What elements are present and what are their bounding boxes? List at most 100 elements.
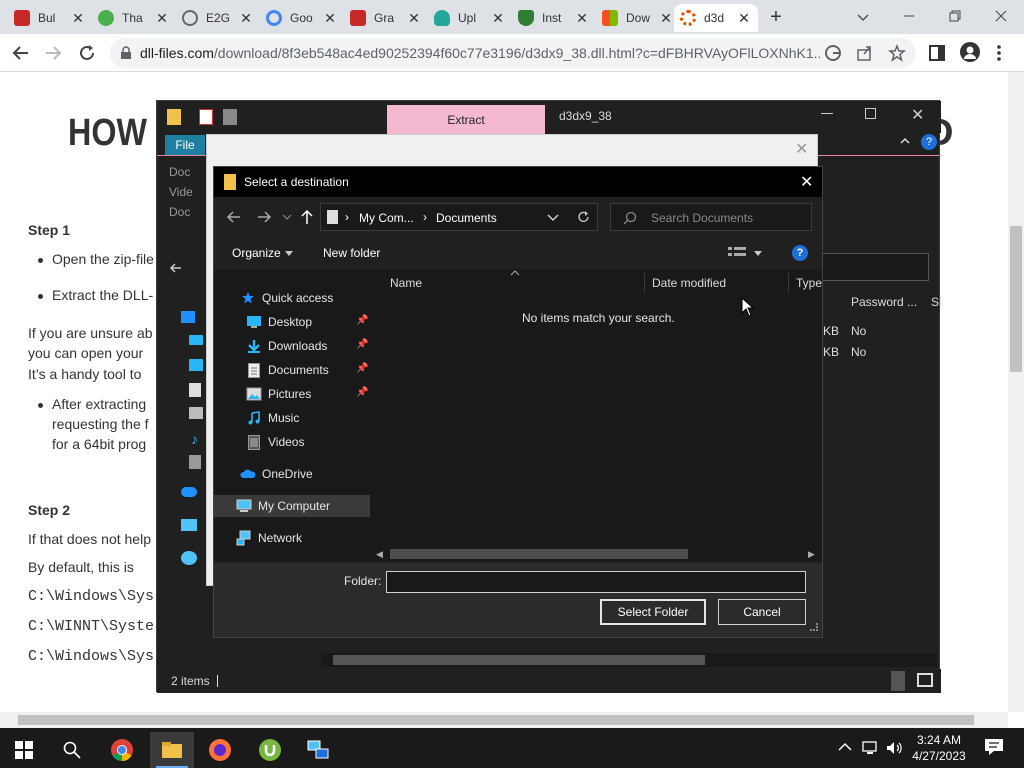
restore-button[interactable] (932, 0, 978, 32)
network-manager-icon[interactable] (298, 732, 338, 768)
minimize-icon[interactable] (821, 113, 833, 114)
url-text[interactable]: dll-files.com/download/8f3eb548ac4ed9025… (140, 45, 820, 61)
scroll-thumb[interactable] (1010, 226, 1022, 372)
share-icon[interactable] (856, 44, 874, 62)
recent-locations-chevron-icon[interactable] (282, 213, 292, 221)
close-window-button[interactable] (978, 0, 1024, 32)
column-name[interactable]: Name (390, 276, 422, 290)
scroll-thumb[interactable] (390, 549, 688, 559)
view-dropdown-icon[interactable] (754, 251, 762, 256)
bookmark-star-icon[interactable] (888, 44, 906, 62)
pin-icon[interactable]: 📌 (356, 363, 368, 374)
nav-quick-access[interactable]: Quick access (240, 287, 333, 309)
close-icon[interactable]: ✕ (911, 105, 924, 125)
properties-icon[interactable] (199, 109, 213, 125)
column-divider[interactable] (788, 273, 789, 293)
scroll-right-icon[interactable]: ▶ (808, 549, 815, 560)
explorer-search-box[interactable] (817, 253, 929, 281)
profile-avatar-icon[interactable] (960, 42, 980, 62)
breadcrumb-item[interactable]: My Com... (359, 211, 414, 225)
search-input[interactable]: Search Documents (610, 203, 812, 231)
browser-tab[interactable]: Tha ✕ (92, 4, 176, 32)
new-tab-button[interactable]: + (764, 6, 788, 30)
nav-documents[interactable]: Documents 📌 (246, 359, 372, 381)
column-type[interactable]: Type (796, 276, 822, 290)
explorer-hscroll[interactable] (321, 653, 937, 667)
reload-icon[interactable] (76, 42, 98, 64)
page-vertical-scrollbar[interactable] (1008, 72, 1024, 712)
close-tab-icon[interactable]: ✕ (154, 10, 170, 27)
column-date-modified[interactable]: Date modified (652, 276, 726, 290)
close-icon[interactable]: ✕ (800, 172, 813, 192)
system-clock[interactable]: 3:24 AM 4/27/2023 (908, 732, 970, 764)
search-icon[interactable] (52, 732, 92, 768)
utorrent-icon[interactable] (250, 732, 290, 768)
ribbon-item[interactable]: Doc (169, 205, 190, 219)
ribbon-item[interactable]: Doc (169, 165, 190, 179)
close-tab-icon[interactable]: ✕ (490, 10, 506, 27)
tab-search-chevron-icon[interactable] (852, 6, 874, 28)
browser-tab[interactable]: Dow ✕ (596, 4, 680, 32)
view-options-icon[interactable] (728, 247, 746, 257)
nav-onedrive[interactable]: OneDrive (240, 463, 313, 485)
close-tab-icon[interactable]: ✕ (658, 10, 674, 27)
breadcrumb-item[interactable]: Documents (436, 211, 497, 225)
nav-my-computer[interactable]: My Computer (214, 495, 370, 517)
forward-arrow-icon[interactable] (256, 210, 272, 224)
address-bar[interactable]: dll-files.com/download/8f3eb548ac4ed9025… (110, 38, 916, 68)
nav-network[interactable]: Network (236, 527, 302, 549)
help-icon[interactable]: ? (792, 245, 808, 261)
back-arrow-icon[interactable] (169, 261, 183, 275)
minimize-button[interactable] (886, 0, 932, 32)
browser-tab-active[interactable]: d3d ✕ (674, 4, 758, 32)
up-arrow-icon[interactable] (300, 209, 314, 225)
google-lens-icon[interactable] (824, 44, 842, 62)
notifications-icon[interactable] (984, 738, 1004, 756)
side-panel-icon[interactable] (928, 44, 946, 62)
page-horizontal-scrollbar[interactable] (0, 712, 1008, 728)
pin-icon[interactable]: 📌 (356, 339, 368, 350)
new-folder-icon[interactable] (223, 109, 237, 125)
breadcrumb[interactable]: › My Com... › Documents (320, 203, 598, 231)
browser-tab[interactable]: Goo ✕ (260, 4, 344, 32)
browser-tab[interactable]: Upl ✕ (428, 4, 512, 32)
pin-icon[interactable]: 📌 (356, 387, 368, 398)
file-explorer-icon[interactable] (150, 732, 194, 768)
maximize-icon[interactable] (865, 108, 876, 119)
organize-dropdown-icon[interactable] (285, 251, 293, 256)
column-divider[interactable] (644, 273, 645, 293)
large-icons-view-icon[interactable] (917, 673, 933, 687)
volume-icon[interactable] (886, 740, 904, 756)
file-tab[interactable]: File (165, 135, 205, 155)
new-folder-button[interactable]: New folder (323, 246, 380, 260)
resize-grip-icon[interactable] (810, 623, 818, 631)
column-size[interactable]: Si (931, 295, 942, 309)
start-windows-icon[interactable] (4, 732, 44, 768)
close-tab-icon[interactable]: ✕ (736, 10, 752, 27)
network-status-icon[interactable] (862, 740, 880, 756)
close-tab-icon[interactable]: ✕ (574, 10, 590, 27)
nav-videos[interactable]: Videos (246, 431, 304, 453)
nav-music[interactable]: Music (246, 407, 299, 429)
scroll-thumb[interactable] (18, 715, 974, 725)
scroll-left-icon[interactable]: ◀ (376, 549, 383, 560)
help-icon[interactable]: ? (921, 134, 937, 150)
select-folder-button[interactable]: Select Folder (600, 599, 706, 625)
close-tab-icon[interactable]: ✕ (322, 10, 338, 27)
nav-downloads[interactable]: Downloads 📌 (246, 335, 372, 357)
browser-tab[interactable]: E2G ✕ (176, 4, 260, 32)
back-arrow-icon[interactable] (10, 42, 32, 64)
close-tab-icon[interactable]: ✕ (70, 10, 86, 27)
ribbon-collapse-icon[interactable] (899, 135, 911, 147)
pin-icon[interactable]: 📌 (356, 315, 368, 326)
folder-input[interactable] (386, 571, 806, 593)
refresh-icon[interactable] (577, 210, 591, 224)
close-tab-icon[interactable]: ✕ (406, 10, 422, 27)
extract-tab[interactable]: Extract (387, 105, 545, 135)
browser-tab[interactable]: Inst ✕ (512, 4, 596, 32)
browser-tab[interactable]: Bul ✕ (8, 4, 92, 32)
forward-arrow-icon[interactable] (42, 42, 64, 64)
show-hidden-icons-chevron[interactable] (838, 742, 852, 752)
address-dropdown-chevron-icon[interactable] (547, 214, 559, 222)
browser-tab[interactable]: Gra ✕ (344, 4, 428, 32)
